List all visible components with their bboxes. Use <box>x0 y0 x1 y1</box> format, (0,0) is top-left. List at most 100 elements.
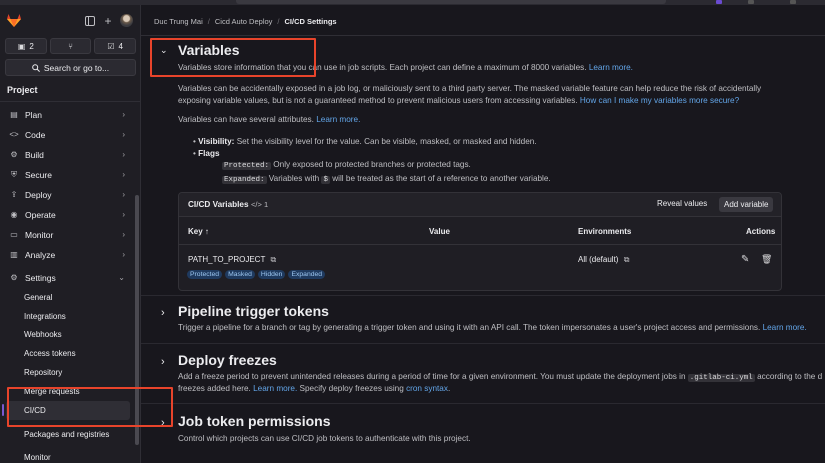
sidebar-item-build[interactable]: ⚙ Build › <box>0 145 133 165</box>
sidebar-item-operate[interactable]: ◉ Operate › <box>0 205 133 225</box>
sidebar-subitem-integrations[interactable]: Integrations <box>0 307 133 326</box>
divider <box>179 244 781 245</box>
sidebar-item-label: Monitor <box>25 230 54 240</box>
expanded-text: Variables with <box>268 173 320 183</box>
column-header-key[interactable]: Key ↑ <box>188 227 209 236</box>
cicd-variables-card: CI/CD Variables </> 1 Reveal values Add … <box>178 192 782 291</box>
shield-icon: ⛨ <box>11 170 17 179</box>
copy-icon[interactable]: ⧉ <box>624 255 630 264</box>
search-icon <box>32 63 40 72</box>
variable-count: </> 1 <box>251 200 268 209</box>
visibility-text: Set the visibility level for the value. … <box>236 137 537 146</box>
protected-text: Only exposed to protected branches or pr… <box>273 160 471 170</box>
chevron-right-icon: › <box>122 250 125 259</box>
freezes-section-title[interactable]: Deploy freezes <box>178 352 277 368</box>
todo-icon: ☑ <box>107 41 115 51</box>
counter-bar: ▣ 2 ⑂ ☑ 4 <box>5 38 137 54</box>
chevron-right-icon[interactable]: › <box>161 307 165 319</box>
chevron-right-icon: › <box>122 230 125 239</box>
sidebar-item-label: Plan <box>25 110 43 120</box>
divider <box>0 101 141 102</box>
card-header: CI/CD Variables </> 1 Reveal values Add … <box>179 193 781 217</box>
security-paragraph: Variables can be accidentally exposed in… <box>178 83 818 107</box>
plus-icon[interactable]: + <box>103 15 113 27</box>
sidebar-item-label: Build <box>25 150 44 160</box>
paragraph-text: exposing variable values, but is not a g… <box>178 96 578 105</box>
list-item: • Visibility: Set the visibility level f… <box>193 137 537 146</box>
freezes-description: Add a freeze period to prevent unintende… <box>178 372 822 382</box>
expanded-text: will be treated as the start of a refere… <box>332 173 551 183</box>
chevron-right-icon[interactable]: › <box>161 356 165 368</box>
merge-requests-counter[interactable]: ⑂ <box>49 38 92 54</box>
badge-protected: Protected <box>187 270 223 279</box>
search-button[interactable]: Search or go to... <box>5 59 136 76</box>
sidebar-item-code[interactable]: <> Code › <box>0 125 133 145</box>
breadcrumb-current: CI/CD Settings <box>284 17 337 26</box>
column-label: Key <box>188 227 203 236</box>
search-label: Search or go to... <box>43 62 110 73</box>
paragraph-text: Variables can have several attributes. <box>178 115 314 124</box>
extension-icon[interactable] <box>790 0 796 4</box>
avatar[interactable] <box>120 14 133 27</box>
sidebar-item-analyze[interactable]: ▥ Analyze › <box>0 245 133 265</box>
job-token-description: Control which projects can use CI/CD job… <box>178 434 471 443</box>
sidebar-subitem-monitor[interactable]: Monitor <box>0 449 133 463</box>
todo-count: 4 <box>118 41 123 51</box>
sidebar-item-label: Secure <box>25 170 52 180</box>
sidebar-subitem-general[interactable]: General <box>0 288 133 307</box>
sidebar-item-label: Code <box>25 130 46 140</box>
edit-icon[interactable]: ✎ <box>741 254 749 265</box>
sidebar-header: + <box>0 5 141 33</box>
issues-counter[interactable]: ▣ 2 <box>5 38 47 54</box>
todo-counter[interactable]: ☑ 4 <box>94 38 137 54</box>
paragraph-line: exposing variable values, but is not a g… <box>178 95 818 107</box>
protected-code: Protected: <box>222 162 272 171</box>
trash-icon[interactable]: 🗑 <box>761 254 772 265</box>
description-text: . <box>447 384 451 393</box>
sidebar-item-monitor[interactable]: ▭ Monitor › <box>0 225 133 245</box>
gitlab-ci-code: .gitlab-ci.yml <box>687 374 755 382</box>
extension-icon[interactable] <box>716 0 722 4</box>
learn-more-link[interactable]: Learn more. <box>763 323 807 332</box>
sidebar-subitem-repository[interactable]: Repository <box>0 363 133 382</box>
sidebar-subitem-access-tokens[interactable]: Access tokens <box>0 344 133 363</box>
flags-label: Flags <box>198 148 220 158</box>
sidebar-item-label: Deploy <box>25 190 52 200</box>
sidebar-toggle-icon[interactable] <box>85 16 95 26</box>
copy-icon[interactable]: ⧉ <box>270 255 276 264</box>
sidebar-item-deploy[interactable]: ⇪ Deploy › <box>0 185 133 205</box>
badge-hidden: Hidden <box>257 270 286 279</box>
breadcrumb-item[interactable]: Duc Trung Mai <box>154 17 203 26</box>
sidebar-subitem-webhooks[interactable]: Webhooks <box>0 326 133 345</box>
chevron-down-icon: ⌄ <box>118 273 125 282</box>
sort-arrow-icon: ↑ <box>204 227 209 236</box>
gitlab-logo-icon[interactable] <box>7 14 21 27</box>
sidebar-item-settings[interactable]: ⚙ Settings ⌄ <box>0 268 133 288</box>
cron-syntax-link[interactable]: cron syntax <box>406 384 448 393</box>
reveal-values-button[interactable]: Reveal values <box>657 199 707 208</box>
deploy-icon: ⇪ <box>10 190 18 199</box>
breadcrumb-item[interactable]: Cicd Auto Deploy <box>215 17 273 26</box>
learn-more-link[interactable]: Learn more. <box>253 384 297 393</box>
chevron-right-icon: › <box>122 210 125 219</box>
add-variable-button[interactable]: Add variable <box>719 197 774 212</box>
breadcrumb: Duc Trung Mai / Cicd Auto Deploy / CI/CD… <box>154 17 337 26</box>
description-text: Add a freeze period to prevent unintende… <box>178 372 686 381</box>
highlight-box-variables <box>150 38 316 77</box>
column-header-actions: Actions <box>746 227 776 236</box>
card-title: CI/CD Variables <box>188 200 249 209</box>
sidebar-item-secure[interactable]: ⛨ Secure › <box>0 165 133 185</box>
attributes-paragraph: Variables can have several attributes. L… <box>178 114 360 126</box>
learn-more-link[interactable]: Learn more. <box>316 115 360 124</box>
extension-icon[interactable] <box>748 0 754 4</box>
code-icon: <> <box>9 130 19 139</box>
secure-variables-link[interactable]: How can I make my variables more secure? <box>580 96 739 105</box>
chevron-right-icon: › <box>122 150 125 159</box>
learn-more-link[interactable]: Learn more. <box>589 63 633 72</box>
sidebar-item-label: Operate <box>25 210 56 220</box>
list-item: Expanded: Variables with $ will be treat… <box>193 173 551 187</box>
divider <box>141 343 825 344</box>
sidebar-item-plan[interactable]: ▤ Plan › <box>0 105 133 125</box>
pipeline-section-title[interactable]: Pipeline trigger tokens <box>178 303 329 319</box>
job-token-section-title[interactable]: Job token permissions <box>178 413 330 429</box>
